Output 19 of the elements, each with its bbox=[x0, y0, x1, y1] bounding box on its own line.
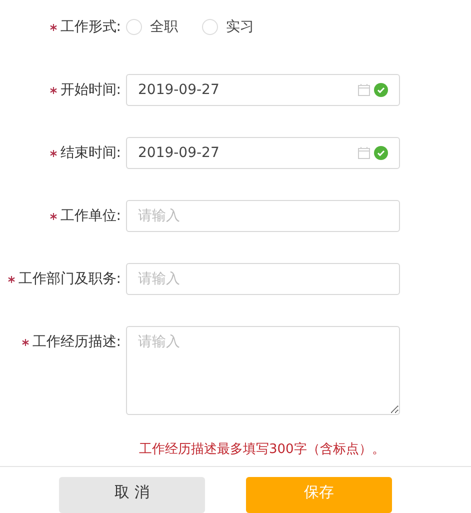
cancel-button[interactable]: 取 消 bbox=[59, 477, 205, 513]
field-label: 工作部门及职务: bbox=[18, 270, 121, 288]
field-label: 结束时间: bbox=[60, 144, 121, 162]
field-label: 工作单位: bbox=[60, 206, 121, 226]
hint-text: 工作经历描述最多填写300字（含标点）。 bbox=[139, 441, 386, 459]
field-label: 工作经历描述: bbox=[32, 332, 121, 352]
calendar-icon bbox=[358, 147, 370, 159]
calendar-icon bbox=[358, 84, 370, 96]
date-value: 2019-09-27 bbox=[138, 144, 220, 162]
radio-option[interactable]: 全职 bbox=[126, 16, 178, 38]
input-field[interactable]: 请输入 bbox=[126, 263, 400, 295]
date-field[interactable]: 2019-09-27 bbox=[126, 137, 400, 169]
field-label: 工作形式: bbox=[60, 18, 121, 36]
radio-option[interactable]: 实习 bbox=[202, 16, 254, 38]
input-field[interactable]: 请输入 bbox=[126, 200, 400, 232]
date-value: 2019-09-27 bbox=[138, 80, 220, 100]
date-field[interactable]: 2019-09-27 bbox=[126, 74, 400, 106]
field-label: 开始时间: bbox=[60, 80, 121, 100]
description-field[interactable]: 请输入 bbox=[126, 326, 400, 415]
